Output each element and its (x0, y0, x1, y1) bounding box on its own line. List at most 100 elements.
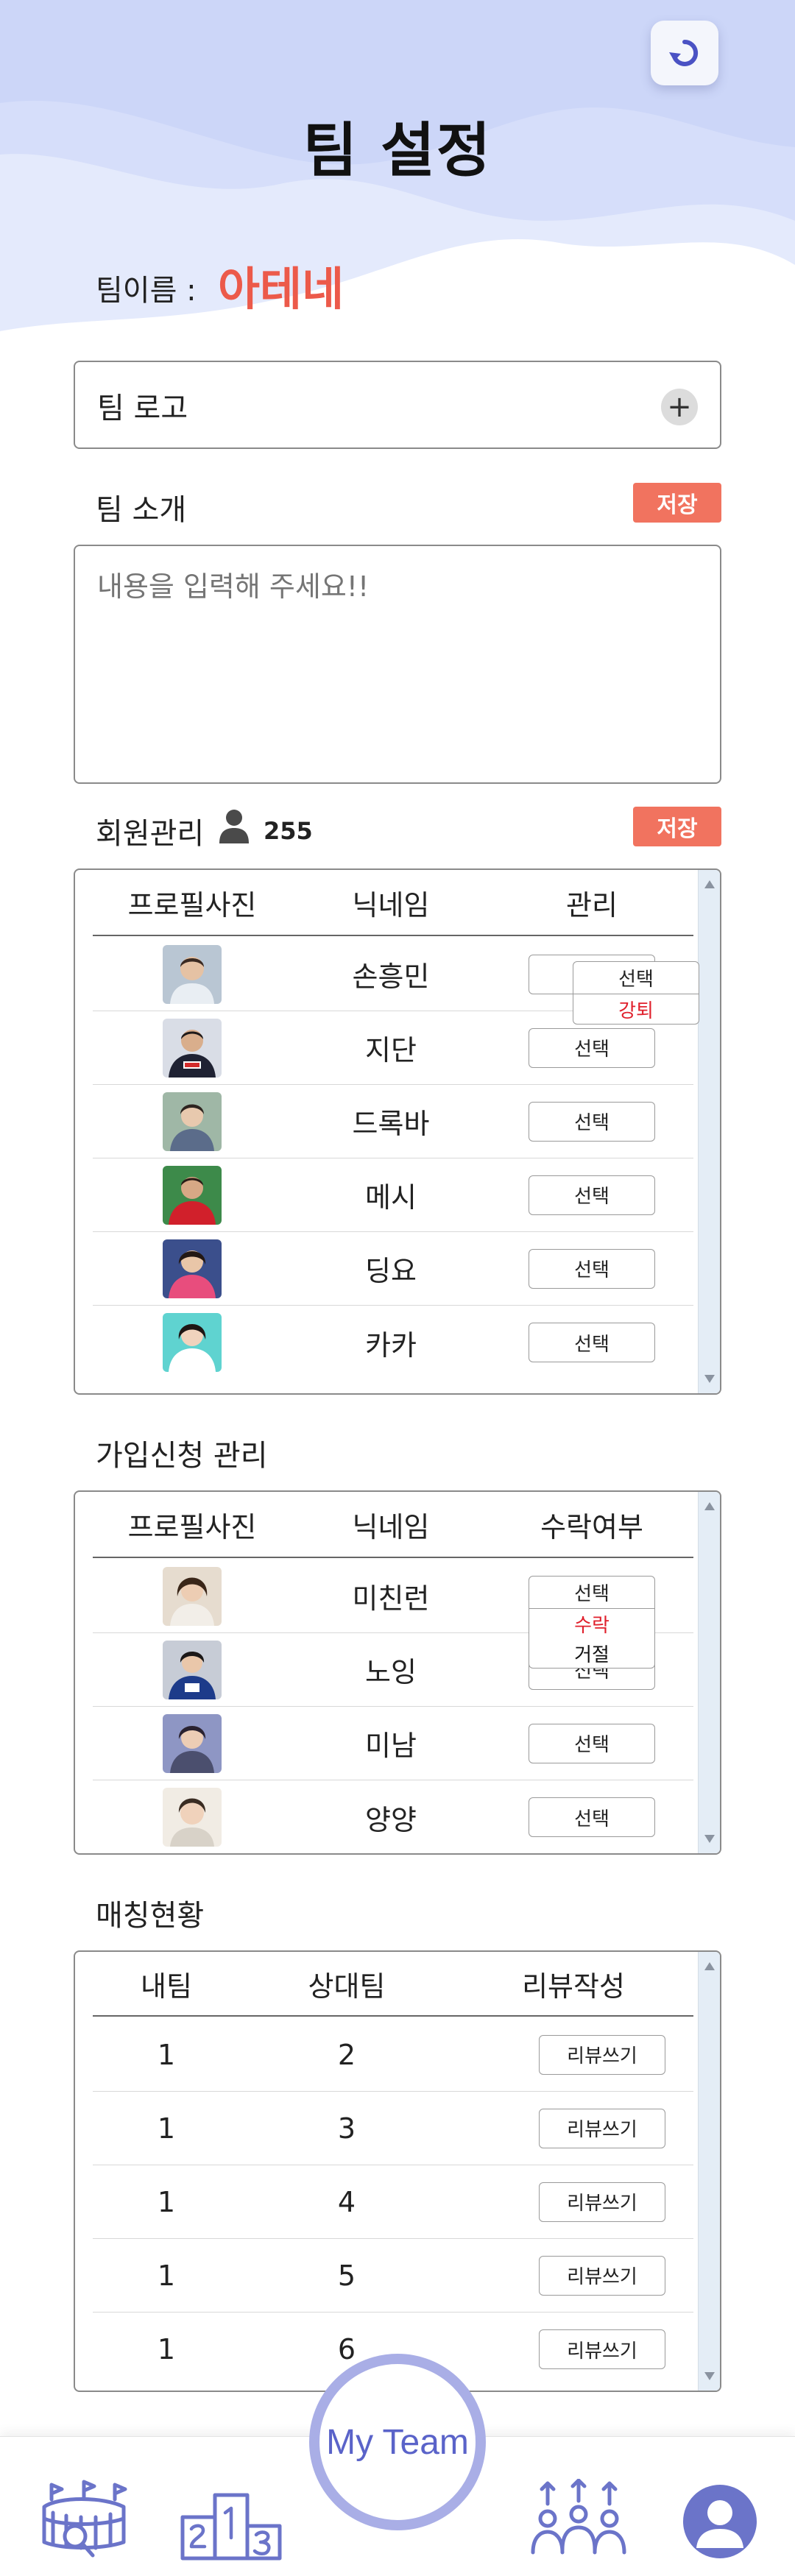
scroll-up-icon[interactable] (704, 880, 715, 888)
applicant-nickname: 미친런 (352, 1582, 430, 1615)
accept-select[interactable]: 선택 (529, 1723, 655, 1763)
applications-label: 가입신청 관리 (96, 1439, 268, 1473)
table-row: 미남 선택 (93, 1707, 693, 1780)
member-count: 255 (264, 817, 313, 845)
scroll-up-icon[interactable] (704, 1962, 715, 1970)
add-logo-button[interactable]: + (661, 389, 698, 425)
dropdown-option-reject[interactable]: 거절 (529, 1638, 654, 1668)
table-row: 양양 선택 (93, 1780, 693, 1853)
table-header: 프로필사진 닉네임 관리 (93, 870, 693, 936)
scrollbar[interactable] (698, 1952, 720, 2391)
my-team-button[interactable]: My Team (309, 2354, 486, 2530)
avatar (163, 1566, 222, 1626)
dropdown-option-kick[interactable]: 강퇴 (573, 994, 699, 1024)
team-intro-input[interactable] (74, 545, 721, 784)
profile-avatar-icon[interactable] (683, 2485, 757, 2558)
scrollbar[interactable] (698, 870, 720, 1393)
dropdown-selected[interactable]: 선택 (573, 962, 699, 994)
write-review-button[interactable]: 리뷰쓰기 (539, 2255, 665, 2296)
my-team-label: My Team (326, 2422, 469, 2462)
stadium-search-icon[interactable] (37, 2477, 132, 2558)
column-header-review: 리뷰작성 (522, 1970, 625, 2003)
member-management-label: 회원관리 (96, 817, 205, 851)
my-team-cell: 1 (157, 2333, 176, 2366)
dropdown-selected[interactable]: 선택 (529, 1577, 654, 1609)
member-nickname: 메시 (365, 1181, 417, 1214)
page-title: 팀 설정 (303, 116, 492, 185)
member-nickname: 딩요 (365, 1255, 417, 1287)
manage-select[interactable]: 선택 (529, 1027, 655, 1068)
my-team-cell: 1 (157, 2185, 176, 2218)
member-table: 프로필사진 닉네임 관리 손흥민 선택 지단 선택 드록바 선택 메시 선택 딩 (74, 868, 721, 1395)
accept-dropdown[interactable]: 선택 수락 거절 (529, 1576, 655, 1669)
write-review-button[interactable]: 리뷰쓰기 (539, 2182, 665, 2222)
back-button[interactable] (651, 21, 718, 85)
member-nickname: 카카 (365, 1328, 417, 1362)
table-row: 메시 선택 (93, 1158, 693, 1232)
manage-select[interactable]: 선택 (529, 1175, 655, 1215)
table-row: 1 3 리뷰쓰기 (93, 2092, 693, 2165)
manage-dropdown[interactable]: 선택 강퇴 (573, 961, 699, 1025)
avatar (163, 1788, 222, 1847)
column-header-photo: 프로필사진 (127, 888, 257, 921)
table-row: 딩요 선택 (93, 1232, 693, 1306)
manage-select[interactable]: 선택 (529, 1323, 655, 1362)
member-nickname: 손흥민 (352, 960, 430, 993)
avatar (163, 1091, 222, 1151)
members-save-button[interactable]: 저장 (633, 807, 721, 846)
podium-ranking-icon[interactable] (177, 2488, 287, 2561)
team-intro-label: 팀 소개 (96, 493, 187, 527)
table-header: 내팀 상대팀 리뷰작성 (93, 1952, 693, 2017)
team-name-value: 아테네 (218, 262, 344, 316)
avatar (163, 1239, 222, 1298)
scroll-down-icon[interactable] (704, 2372, 715, 2380)
opponent-cell: 4 (337, 2185, 356, 2218)
scroll-up-icon[interactable] (704, 1502, 715, 1510)
intro-save-button[interactable]: 저장 (633, 483, 721, 523)
plus-icon: + (667, 390, 692, 424)
table-row: 1 5 리뷰쓰기 (93, 2239, 693, 2313)
applicant-nickname: 미남 (365, 1730, 417, 1762)
scrollbar[interactable] (698, 1492, 720, 1853)
avatar (163, 1018, 222, 1078)
manage-select[interactable]: 선택 (529, 1101, 655, 1142)
my-team-cell: 1 (157, 2259, 176, 2292)
table-row: 카카 선택 (93, 1306, 693, 1379)
my-team-cell: 1 (157, 2112, 176, 2145)
write-review-button[interactable]: 리뷰쓰기 (539, 2108, 665, 2148)
write-review-button[interactable]: 리뷰쓰기 (539, 2329, 665, 2369)
group-people-icon[interactable] (527, 2479, 630, 2560)
column-header-manage: 관리 (566, 888, 618, 921)
column-header-opponent: 상대팀 (308, 1970, 386, 2003)
avatar (163, 1165, 222, 1225)
opponent-cell: 2 (337, 2038, 356, 2071)
write-review-button[interactable]: 리뷰쓰기 (539, 2034, 665, 2075)
applicant-nickname: 양양 (365, 1803, 417, 1836)
manage-select[interactable]: 선택 (529, 1248, 655, 1289)
column-header-photo: 프로필사진 (127, 1510, 257, 1543)
member-nickname: 드록바 (352, 1108, 430, 1140)
column-header-my-team: 내팀 (141, 1970, 192, 2003)
avatar (163, 1313, 222, 1372)
team-logo-label: 팀 로고 (97, 392, 188, 425)
column-header-nickname: 닉네임 (352, 888, 430, 921)
table-row: 1 2 리뷰쓰기 (93, 2018, 693, 2092)
scroll-down-icon[interactable] (704, 1835, 715, 1843)
table-header: 프로필사진 닉네임 수락여부 (93, 1492, 693, 1558)
avatar (163, 1713, 222, 1773)
avatar (163, 944, 222, 1004)
my-team-cell: 1 (157, 2038, 176, 2071)
person-icon (219, 810, 249, 843)
accept-select[interactable]: 선택 (529, 1797, 655, 1837)
member-nickname: 지단 (365, 1034, 417, 1066)
refresh-back-icon (669, 39, 699, 66)
table-row: 1 4 리뷰쓰기 (93, 2165, 693, 2239)
scroll-down-icon[interactable] (704, 1375, 715, 1383)
matching-table: 내팀 상대팀 리뷰작성 1 2 리뷰쓰기 1 3 리뷰쓰기 1 4 리뷰쓰기 1… (74, 1950, 721, 2392)
applicant-nickname: 노잉 (365, 1656, 417, 1688)
team-logo-field[interactable]: 팀 로고 + (74, 361, 721, 449)
team-name-label: 팀이름 : (96, 274, 197, 308)
table-row: 드록바 선택 (93, 1085, 693, 1158)
dropdown-option-accept[interactable]: 수락 (529, 1609, 654, 1638)
matching-label: 매칭현황 (96, 1899, 205, 1933)
